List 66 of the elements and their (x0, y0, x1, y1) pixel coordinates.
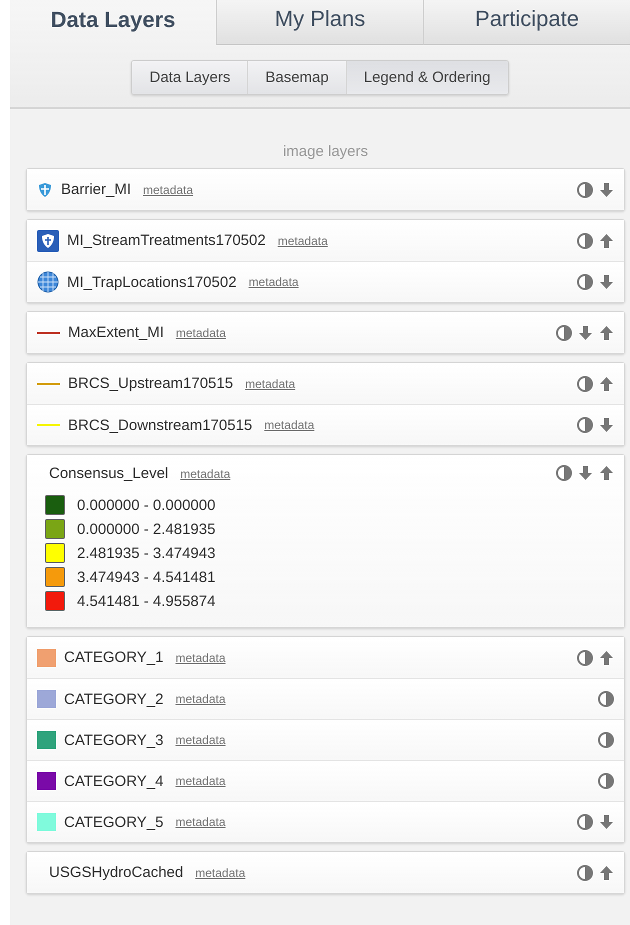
opacity-icon[interactable] (577, 274, 593, 290)
metadata-link[interactable]: metadata (175, 692, 226, 706)
metadata-link[interactable]: metadata (175, 733, 226, 747)
metadata-link[interactable]: metadata (248, 275, 299, 289)
arrow-up-icon[interactable] (599, 232, 614, 248)
sub-tab[interactable]: Legend & Ordering (346, 61, 508, 94)
metadata-link[interactable]: metadata (175, 774, 226, 788)
arrow-up-icon[interactable] (599, 376, 614, 392)
opacity-icon[interactable] (577, 417, 593, 433)
layer-name: BRCS_Upstream170515 (68, 375, 234, 392)
arrow-up-icon[interactable] (599, 324, 614, 340)
arrow-down-icon[interactable] (578, 324, 593, 340)
layer-name: CATEGORY_4 (64, 772, 164, 790)
sub-tab[interactable]: Data Layers (132, 61, 248, 94)
layer-name: MI_TrapLocations170502 (67, 274, 237, 290)
opacity-icon[interactable] (598, 773, 614, 789)
legend-label: 4.541481 - 4.955874 (77, 592, 216, 610)
opacity-icon[interactable] (577, 650, 593, 666)
opacity-icon[interactable] (556, 465, 572, 481)
opacity-icon[interactable] (577, 376, 593, 392)
arrow-up-icon[interactable] (599, 864, 614, 880)
shield-badge-icon (37, 230, 59, 252)
layer-name: Consensus_Level (49, 465, 168, 482)
arrow-down-icon[interactable] (599, 814, 614, 830)
metadata-link[interactable]: metadata (175, 650, 226, 664)
layer-name: CATEGORY_1 (64, 649, 164, 666)
main-tab[interactable]: My Plans (216, 0, 423, 45)
layer-name: MI_StreamTreatments170502 (67, 232, 266, 249)
arrow-up-icon[interactable] (599, 650, 614, 666)
arrow-down-icon[interactable] (599, 417, 614, 433)
arrow-up-icon[interactable] (599, 465, 614, 481)
main-tab[interactable]: Data Layers (10, 0, 216, 45)
layer-name: CATEGORY_2 (64, 690, 164, 708)
metadata-link[interactable]: metadata (143, 182, 194, 196)
opacity-icon[interactable] (598, 732, 614, 748)
opacity-icon[interactable] (556, 324, 572, 340)
legend-label: 3.474943 - 4.541481 (77, 568, 216, 586)
layer-name: CATEGORY_3 (64, 732, 164, 748)
main-tab[interactable]: Participate (423, 0, 630, 45)
layer-name: USGSHydroCached (49, 864, 184, 881)
arrow-down-icon[interactable] (599, 274, 614, 290)
opacity-icon[interactable] (577, 182, 593, 198)
shield-icon (37, 182, 53, 198)
layer-name: CATEGORY_5 (64, 814, 164, 830)
metadata-link[interactable]: metadata (278, 234, 328, 248)
opacity-icon[interactable] (577, 814, 593, 830)
metadata-link[interactable]: metadata (176, 326, 226, 340)
metadata-link[interactable]: metadata (264, 418, 314, 432)
metadata-link[interactable]: metadata (195, 866, 246, 880)
layer-name: Barrier_MI (61, 181, 132, 198)
legend-label: 0.000000 - 2.481935 (77, 520, 216, 538)
metadata-link[interactable]: metadata (180, 466, 230, 480)
arrow-down-icon[interactable] (578, 465, 593, 481)
section-label: image layers (282, 143, 370, 160)
legend-label: 0.000000 - 0.000000 (77, 496, 216, 514)
opacity-icon[interactable] (598, 691, 614, 707)
layer-name: BRCS_Downstream170515 (68, 416, 252, 434)
globe-icon (37, 271, 59, 293)
metadata-link[interactable]: metadata (175, 815, 226, 829)
arrow-down-icon[interactable] (599, 182, 614, 198)
layer-name: MaxExtent_MI (68, 324, 164, 341)
opacity-icon[interactable] (577, 232, 593, 248)
opacity-icon[interactable] (577, 864, 593, 880)
metadata-link[interactable]: metadata (245, 376, 296, 390)
sub-tab[interactable]: Basemap (247, 61, 346, 94)
legend-label: 2.481935 - 3.474943 (77, 544, 216, 562)
